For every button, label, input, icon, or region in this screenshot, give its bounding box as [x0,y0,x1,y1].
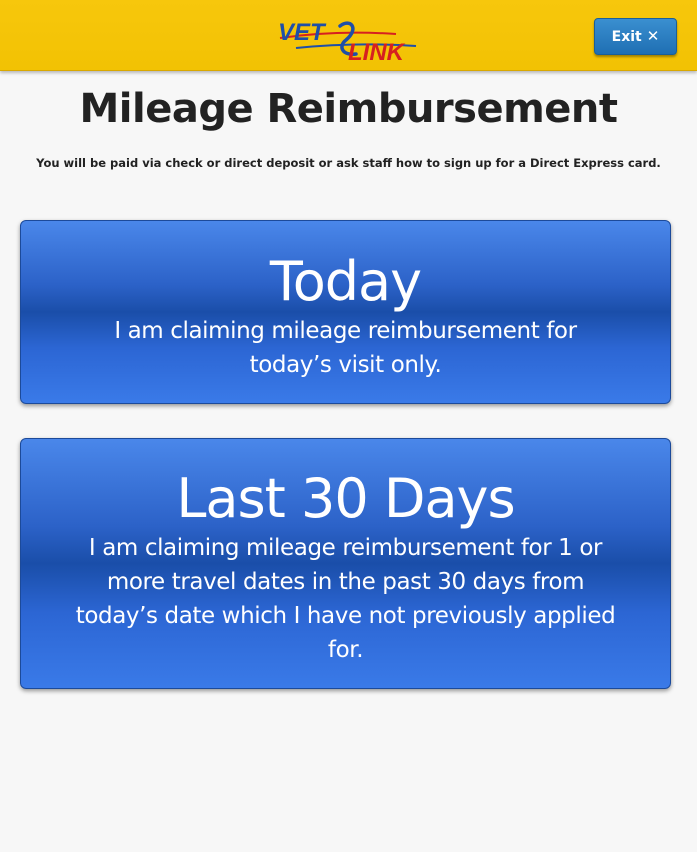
app-header: VET LINK Exit ✕ [0,0,697,71]
last-30-days-option-description: I am claiming mileage reimbursement for … [75,535,616,663]
svg-text:LINK: LINK [348,39,406,64]
exit-button-label: Exit [611,28,642,45]
today-option-title: Today [269,250,422,313]
today-option-description: I am claiming mileage reimbursement for … [114,318,577,378]
last-30-days-option-title: Last 30 Days [176,467,515,530]
page-title: Mileage Reimbursement [79,86,618,132]
last-30-days-option-button[interactable]: Last 30 Days I am claiming mileage reimb… [20,438,671,689]
vetlink-logo: VET LINK [276,14,420,66]
close-icon: ✕ [646,27,660,45]
svg-text:VET: VET [278,19,327,46]
payment-info-text: You will be paid via check or direct dep… [36,156,661,170]
vetlink-logo-mark: VET LINK [278,19,417,66]
exit-button[interactable]: Exit ✕ [594,18,677,55]
today-option-button[interactable]: Today I am claiming mileage reimbursemen… [20,220,671,404]
